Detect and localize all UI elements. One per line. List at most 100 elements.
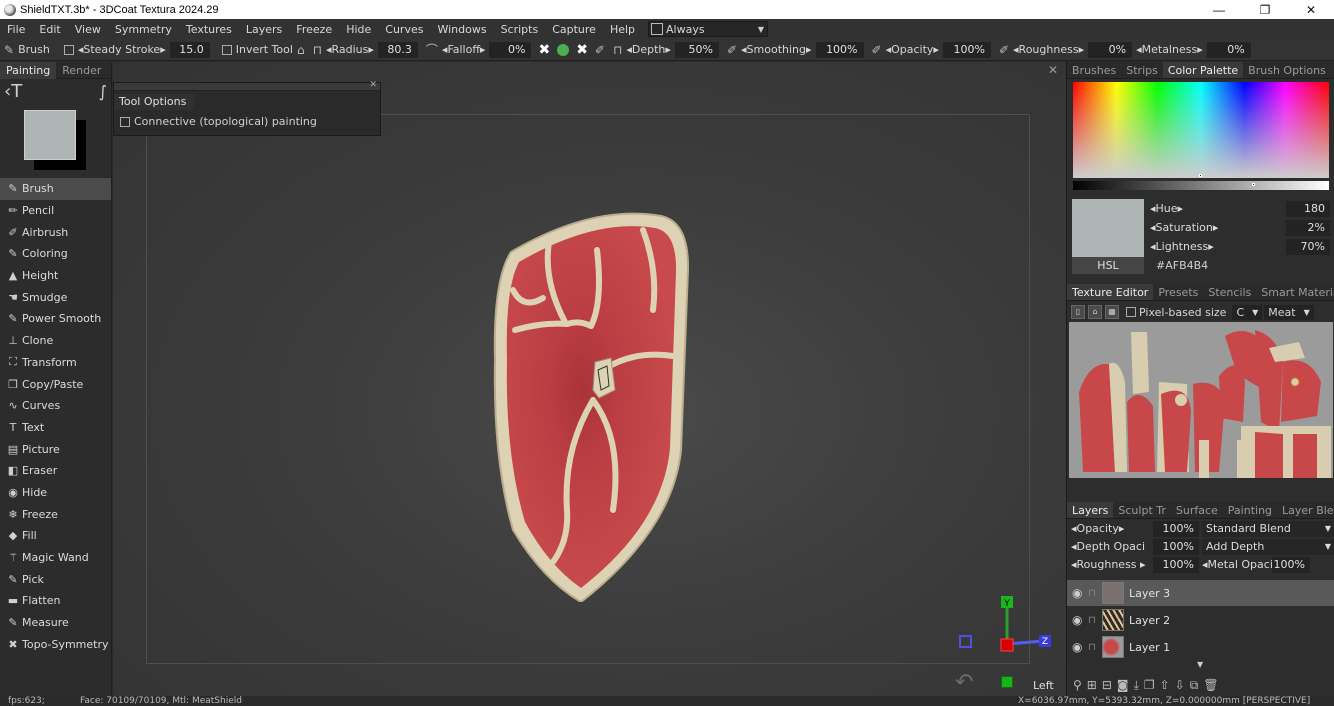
axis-gizmo[interactable]: Y Z xyxy=(953,592,1053,662)
menu-symmetry[interactable]: Symmetry xyxy=(108,23,179,36)
smoothing-value[interactable]: 100% xyxy=(815,41,864,58)
lightness-value[interactable]: 70% xyxy=(1286,238,1330,255)
hue-value[interactable]: 180 xyxy=(1286,200,1330,217)
saturation-row[interactable]: ◂Saturation▸ 2% xyxy=(1150,219,1330,236)
close-button[interactable]: ✕ xyxy=(1288,0,1334,19)
tool-hide[interactable]: ◉ Hide xyxy=(0,482,111,504)
layer-item-3[interactable]: ◉ ⊓ Layer 3 xyxy=(1067,580,1334,606)
color-picker-field[interactable] xyxy=(1073,82,1329,178)
tool-brush[interactable]: ✎ Brush xyxy=(0,178,111,200)
eye-icon[interactable]: ◉ xyxy=(1072,613,1088,627)
menu-file[interactable]: File xyxy=(0,23,32,36)
tool-flatten[interactable]: ▬ Flatten xyxy=(0,590,111,612)
lock-icon[interactable]: ⊓ xyxy=(1088,615,1100,626)
metal-opacity-value[interactable]: 100% xyxy=(1272,556,1310,573)
tab-smart-materials[interactable]: Smart Materials xyxy=(1256,284,1334,300)
tab-render[interactable]: Render xyxy=(56,62,107,79)
tool-fill[interactable]: ◆ Fill xyxy=(0,525,111,547)
metalness-value[interactable]: 0% xyxy=(1206,41,1251,58)
move-down-icon[interactable]: ⇩ xyxy=(1175,678,1185,693)
steady-stroke-value[interactable]: 15.0 xyxy=(169,41,210,58)
close-icon[interactable]: ✕ xyxy=(369,80,377,90)
tool-transform[interactable]: ⛶ Transform xyxy=(0,352,111,374)
menu-textures[interactable]: Textures xyxy=(179,23,239,36)
add-layer-icon[interactable]: ⊞ xyxy=(1087,678,1097,693)
always-dropdown[interactable]: Always ▼ xyxy=(648,21,769,37)
color-mode-button[interactable]: HSL xyxy=(1072,257,1144,274)
depth-value[interactable]: 50% xyxy=(674,41,719,58)
tab-layer-blending[interactable]: Layer Blending xyxy=(1277,502,1334,518)
tool-pick[interactable]: ✎ Pick xyxy=(0,568,111,590)
tool-measure[interactable]: ✎ Measure xyxy=(0,612,111,634)
layer-roughness-value[interactable]: 100% xyxy=(1153,556,1199,573)
tab-brushes[interactable]: Brushes xyxy=(1067,62,1121,78)
tab-brush-options[interactable]: Brush Options xyxy=(1243,62,1331,78)
hex-color-value[interactable]: #AFB4B4 xyxy=(1156,259,1208,272)
menu-freeze[interactable]: Freeze xyxy=(289,23,339,36)
minimize-button[interactable]: — xyxy=(1196,0,1242,19)
layer-opacity-value[interactable]: 100% xyxy=(1153,520,1199,537)
lock-icon[interactable]: ⊓ xyxy=(1088,642,1100,653)
close-icon[interactable]: ✖ xyxy=(576,42,588,58)
tool-clone[interactable]: ⊥ Clone xyxy=(0,330,111,352)
roughness-value[interactable]: 0% xyxy=(1088,41,1133,58)
chevron-down-icon[interactable]: ▼ xyxy=(1197,660,1203,669)
eye-icon[interactable]: ◉ xyxy=(1072,586,1088,600)
tool-airbrush[interactable]: ✐ Airbrush xyxy=(0,221,111,243)
tool-picture[interactable]: ▤ Picture xyxy=(0,438,111,460)
radius-value[interactable]: 80.3 xyxy=(377,41,418,58)
mouse-icon[interactable]: ⌂ xyxy=(297,43,305,57)
import-icon[interactable]: ⤓ xyxy=(1134,678,1139,693)
search-icon[interactable]: ⚲ xyxy=(1073,678,1082,693)
blend-mode-dropdown[interactable]: Standard Blend ▼ xyxy=(1202,520,1334,537)
pen-icon[interactable]: ✐ xyxy=(999,43,1009,57)
menu-layers[interactable]: Layers xyxy=(239,23,289,36)
steady-stroke-checkbox[interactable] xyxy=(63,44,74,55)
close-icon[interactable]: ✖ xyxy=(538,42,550,58)
layer-item-2[interactable]: ◉ ⊓ Layer 2 xyxy=(1067,607,1334,633)
close-icon[interactable]: ✕ xyxy=(1048,63,1058,77)
tool-height[interactable]: ▲ Height xyxy=(0,265,111,287)
tab-painting-layers[interactable]: Painting xyxy=(1223,502,1277,518)
depth-mode-dropdown[interactable]: Add Depth ▼ xyxy=(1202,538,1334,555)
tool-freeze[interactable]: ❄ Freeze xyxy=(0,503,111,525)
delete-icon[interactable]: 🗑 xyxy=(1203,678,1218,693)
grid-icon[interactable]: ▦ xyxy=(1105,305,1119,319)
tool-coloring[interactable]: ✎ Coloring xyxy=(0,243,111,265)
3d-viewport[interactable]: ✕ ✕ Tool Options Connective (topological… xyxy=(113,62,1066,696)
menu-view[interactable]: View xyxy=(68,23,108,36)
primary-color[interactable] xyxy=(24,110,76,160)
falloff-curve-icon[interactable]: ⌒ xyxy=(426,41,438,58)
tab-strips[interactable]: Strips xyxy=(1121,62,1163,78)
color-swatch[interactable] xyxy=(24,110,88,174)
invert-tool-checkbox[interactable] xyxy=(221,44,232,55)
tab-surface[interactable]: Surface xyxy=(1171,502,1223,518)
add-folder-icon[interactable]: ⊟ xyxy=(1102,678,1112,693)
connective-painting-option[interactable]: Connective (topological) painting xyxy=(114,115,380,128)
menu-help[interactable]: Help xyxy=(603,23,642,36)
tab-sculpt-tree[interactable]: Sculpt Tr xyxy=(1113,502,1170,518)
tool-copy-paste[interactable]: ❐ Copy/Paste xyxy=(0,373,111,395)
tool-text[interactable]: T Text xyxy=(0,417,111,439)
menu-hide[interactable]: Hide xyxy=(339,23,378,36)
tool-power-smooth[interactable]: ✎ Power Smooth xyxy=(0,308,111,330)
hue-row[interactable]: ◂Hue▸ 180 xyxy=(1150,200,1330,217)
pixel-based-checkbox[interactable] xyxy=(1126,307,1136,317)
merge-icon[interactable]: ⧉ xyxy=(1190,678,1199,693)
uv-texture-preview[interactable] xyxy=(1069,322,1333,478)
tool-eraser[interactable]: ◧ Eraser xyxy=(0,460,111,482)
lightness-row[interactable]: ◂Lightness▸ 70% xyxy=(1150,238,1330,255)
lightness-bar[interactable] xyxy=(1073,181,1329,190)
depth-opacity-value[interactable]: 100% xyxy=(1153,538,1199,555)
color-picker-cursor[interactable] xyxy=(1199,174,1202,177)
shield-model[interactable] xyxy=(483,210,713,602)
tab-painting[interactable]: Painting xyxy=(0,61,57,79)
eye-icon[interactable]: ◉ xyxy=(1072,640,1088,654)
brush-stroke-icon[interactable]: ∫ xyxy=(99,82,107,101)
connective-checkbox[interactable] xyxy=(120,116,130,127)
pen-icon[interactable]: ✐ xyxy=(595,43,605,57)
lock-icon[interactable]: ⊓ xyxy=(613,43,622,57)
view-cube-icon[interactable] xyxy=(1001,676,1013,688)
tab-color-palette[interactable]: Color Palette xyxy=(1162,62,1244,78)
duplicate-icon[interactable]: ❐ xyxy=(1144,678,1155,693)
